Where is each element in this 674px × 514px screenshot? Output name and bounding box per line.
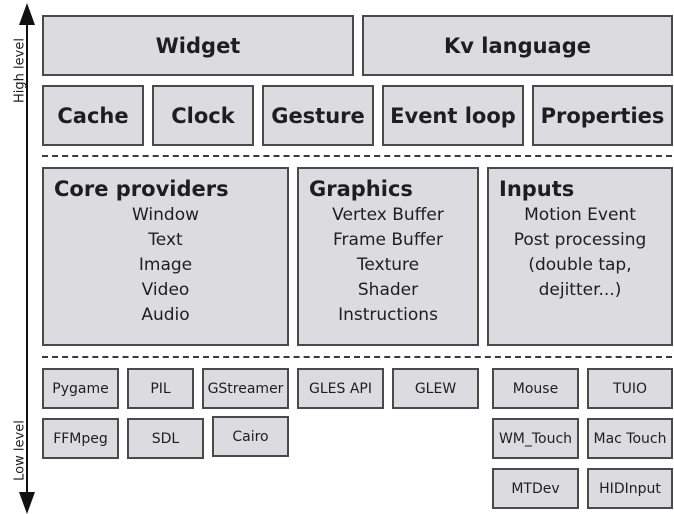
- mac-touch-box: Mac Touch: [587, 418, 673, 459]
- cairo-box: Cairo: [212, 416, 289, 457]
- glew-box: GLEW: [392, 368, 479, 409]
- panel-item: Vertex Buffer: [332, 205, 444, 225]
- properties-box: Properties: [532, 85, 673, 146]
- panel-item: Instructions: [338, 305, 438, 325]
- divider-low: [42, 356, 672, 358]
- panel-item: Motion Event: [524, 205, 636, 225]
- panel-title: Graphics: [309, 177, 413, 201]
- panel-item: Text: [148, 230, 183, 250]
- panel-item: Shader: [357, 280, 419, 300]
- divider-high: [42, 155, 672, 157]
- panel-item: dejitter...): [538, 280, 622, 300]
- cache-box: Cache: [42, 85, 144, 146]
- gesture-box: Gesture: [262, 85, 374, 146]
- panel-title: Core providers: [54, 177, 229, 201]
- mouse-box: Mouse: [492, 368, 579, 409]
- hidinput-box: HIDInput: [587, 468, 673, 509]
- inputs-panel: Inputs Motion Event Post processing (dou…: [487, 167, 673, 346]
- kv-language-box: Kv language: [362, 15, 673, 76]
- clock-box: Clock: [152, 85, 254, 146]
- panel-item: Post processing: [513, 230, 647, 250]
- core-providers-panel: Core providers Window Text Image Video A…: [42, 167, 289, 346]
- ffmpeg-box: FFMpeg: [42, 418, 119, 459]
- graphics-panel: Graphics Vertex Buffer Frame Buffer Text…: [297, 167, 479, 346]
- panel-title: Inputs: [499, 177, 575, 201]
- panel-item: Image: [138, 255, 193, 275]
- wm-touch-box: WM_Touch: [492, 418, 579, 459]
- tuio-box: TUIO: [587, 368, 673, 409]
- high-level-label: High level: [12, 38, 28, 103]
- widget-box: Widget: [42, 15, 354, 76]
- panel-item: (double tap,: [528, 255, 632, 275]
- mtdev-box: MTDev: [492, 468, 579, 509]
- panel-item: Window: [131, 205, 200, 225]
- panel-item: Texture: [356, 255, 420, 275]
- arrow-down-icon: [19, 492, 35, 514]
- panel-item: Video: [141, 280, 190, 300]
- low-level-label: Low level: [12, 420, 28, 481]
- gstreamer-box: GStreamer: [202, 368, 289, 409]
- panel-item: Frame Buffer: [333, 230, 443, 250]
- event-loop-box: Event loop: [382, 85, 524, 146]
- panel-item: Audio: [141, 305, 190, 325]
- pygame-box: Pygame: [42, 368, 119, 409]
- gles-api-box: GLES API: [297, 368, 384, 409]
- sdl-box: SDL: [127, 418, 204, 459]
- pil-box: PIL: [127, 368, 194, 409]
